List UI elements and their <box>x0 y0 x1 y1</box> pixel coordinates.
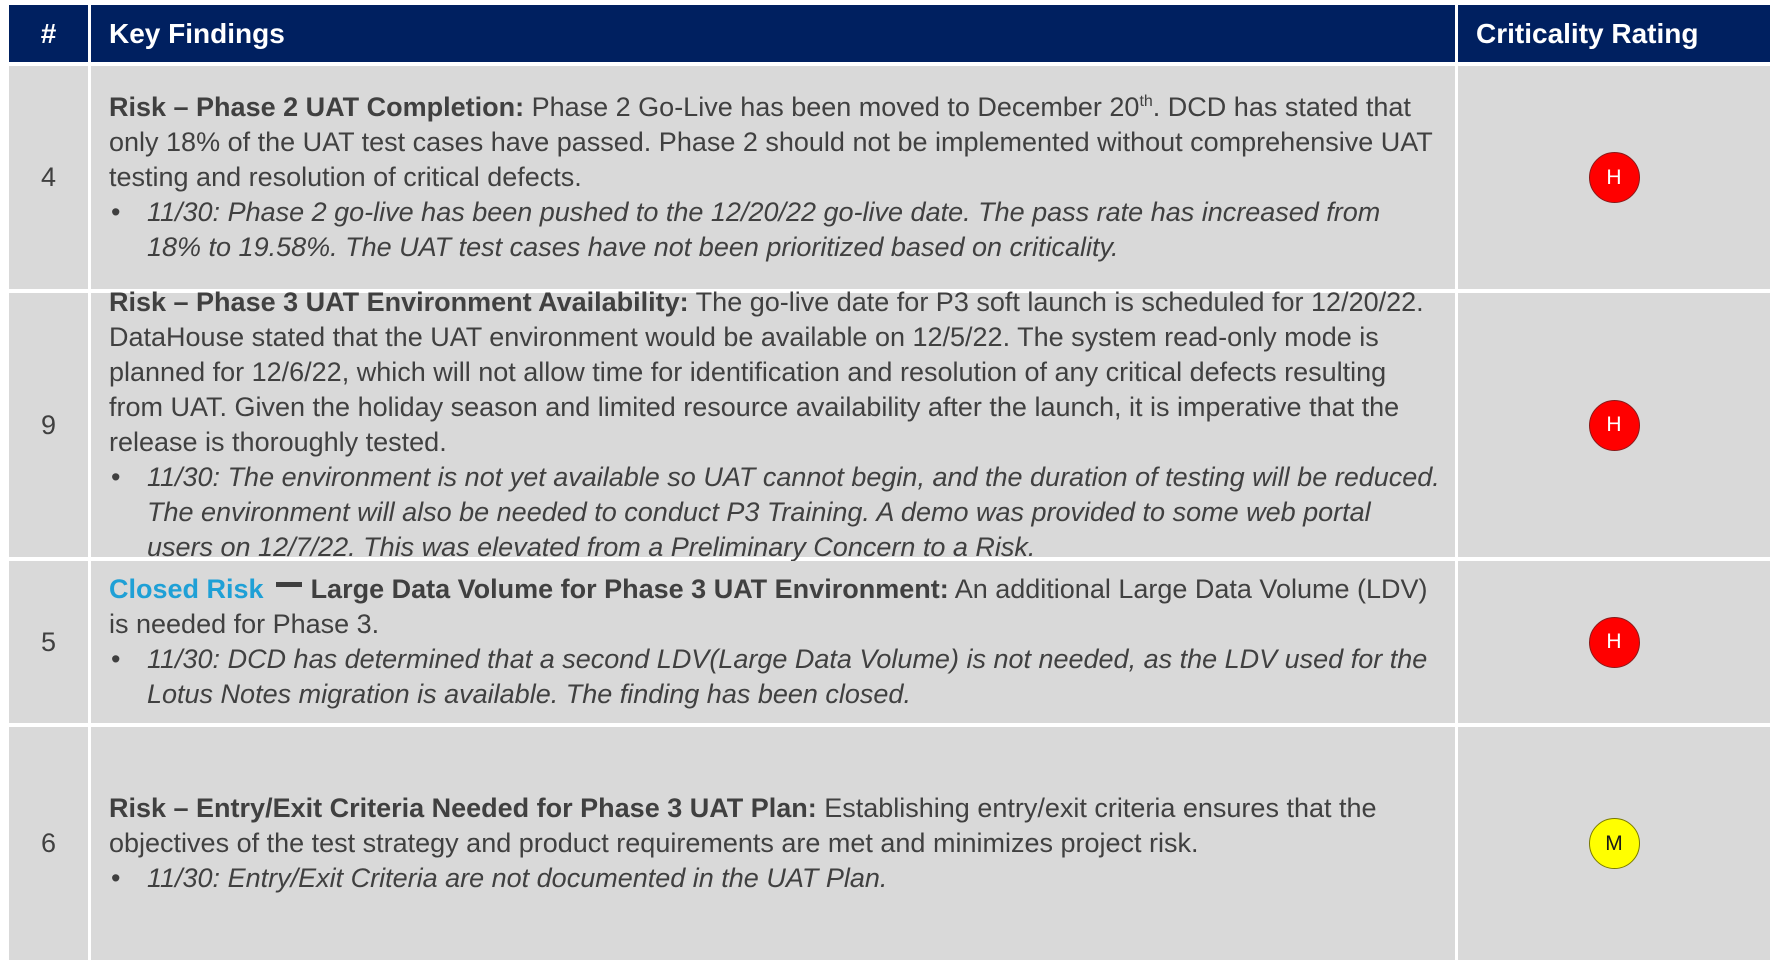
finding-text: Risk – Entry/Exit Criteria Needed for Ph… <box>109 791 1441 861</box>
finding-cell: Risk – Phase 2 UAT Completion: Phase 2 G… <box>91 66 1455 289</box>
dash-separator <box>275 582 302 588</box>
update-text: 11/30: DCD has determined that a second … <box>147 644 1428 709</box>
closed-risk-label: Closed Risk <box>109 574 264 604</box>
rating-cell: M <box>1458 727 1770 960</box>
rating-cell: H <box>1458 66 1770 289</box>
criticality-badge-high: H <box>1588 616 1640 668</box>
criticality-badge-high: H <box>1588 152 1640 203</box>
table-row: 4 Risk – Phase 2 UAT Completion: Phase 2… <box>0 66 1770 289</box>
finding-cell: Risk – Phase 3 UAT Environment Availabil… <box>91 287 1455 562</box>
header-criticality-rating: Criticality Rating <box>1458 5 1770 62</box>
finding-update: • 11/30: Entry/Exit Criteria are not docu… <box>109 861 1441 896</box>
finding-body-sup: th <box>1139 93 1153 110</box>
finding-title: Risk – Phase 2 UAT Completion: <box>109 92 525 122</box>
finding-update: • 11/30: Phase 2 go-live has been pushed … <box>109 195 1441 265</box>
update-text: 11/30: The environment is not yet availa… <box>147 462 1440 562</box>
finding-text: Closed Risk Large Data Volume for Phase 3… <box>109 572 1441 642</box>
finding-update: • 11/30: The environment is not yet avail… <box>109 460 1441 565</box>
row-number: 9 <box>9 293 88 557</box>
header-number: # <box>9 5 88 62</box>
finding-text: Risk – Phase 2 UAT Completion: Phase 2 G… <box>109 90 1441 195</box>
update-text: 11/30: Phase 2 go-live has been pushed t… <box>147 197 1381 262</box>
finding-title: Large Data Volume for Phase 3 UAT Enviro… <box>310 574 949 604</box>
finding-update: • 11/30: DCD has determined that a second… <box>109 642 1441 712</box>
finding-text: Risk – Phase 3 UAT Environment Availabil… <box>109 285 1441 460</box>
finding-title: Risk – Entry/Exit Criteria Needed for Ph… <box>109 793 817 823</box>
criticality-badge-medium: M <box>1588 818 1640 869</box>
bullet-marker: • <box>111 863 121 893</box>
bullet-marker: • <box>111 197 121 227</box>
row-number: 5 <box>9 561 88 723</box>
finding-title: Risk – Phase 3 UAT Environment Availabil… <box>109 287 689 317</box>
table-row: 5 Closed Risk Large Data Volume for Phase… <box>0 561 1770 723</box>
table-row: 9 Risk – Phase 3 UAT Environment Availab… <box>0 287 1770 562</box>
table-header: # Key Findings Criticality Rating <box>0 5 1770 62</box>
finding-cell: Closed Risk Large Data Volume for Phase 3… <box>91 561 1455 723</box>
row-number: 4 <box>9 66 88 289</box>
bullet-marker: • <box>111 644 121 674</box>
rating-cell: H <box>1458 293 1770 557</box>
update-text: 11/30: Entry/Exit Criteria are not docum… <box>147 863 888 893</box>
header-key-findings: Key Findings <box>91 5 1455 62</box>
finding-body: Phase 2 Go-Live has been moved to Decemb… <box>524 92 1140 122</box>
rating-cell: H <box>1458 561 1770 723</box>
finding-cell: Risk – Entry/Exit Criteria Needed for Ph… <box>91 727 1455 960</box>
criticality-badge-high: H <box>1588 399 1640 451</box>
row-number: 6 <box>9 727 88 960</box>
key-findings-table: # Key Findings Criticality Rating 4 Risk… <box>0 0 1770 960</box>
bullet-marker: • <box>111 462 121 492</box>
table-row: 6 Risk – Entry/Exit Criteria Needed for … <box>0 727 1770 960</box>
